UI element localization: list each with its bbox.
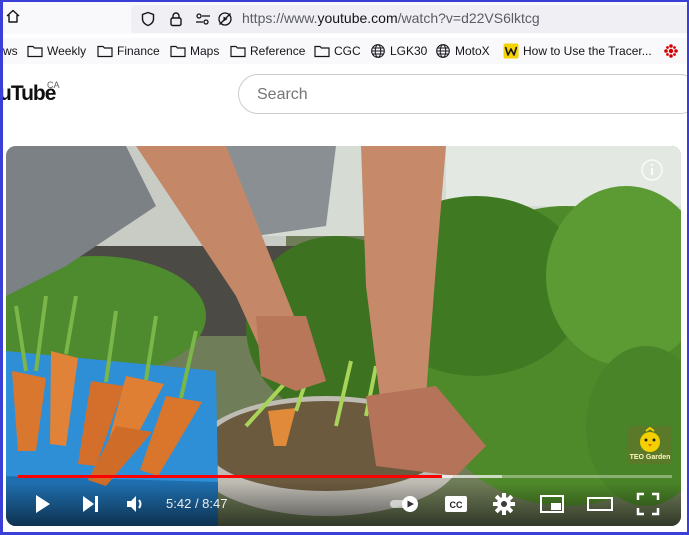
browser-window: https://www.youtube.com/watch?v=d22VS6lk…	[3, 2, 687, 532]
bookmark-cgc[interactable]: CGC	[314, 42, 361, 60]
current-time: 5:42	[166, 496, 192, 511]
next-icon[interactable]	[76, 490, 104, 518]
svg-text:CC: CC	[450, 500, 463, 510]
bookmark-lgk30[interactable]: LGK30	[370, 42, 427, 60]
autoplay-blocked-icon[interactable]	[217, 11, 233, 27]
chick-mascot-icon	[640, 426, 660, 452]
fullscreen-icon[interactable]	[634, 490, 662, 518]
folder-icon	[170, 45, 186, 58]
video-frame[interactable]	[6, 146, 681, 526]
cbc-logo-icon	[664, 44, 678, 58]
globe-icon	[371, 44, 385, 58]
youtube-header: uTube CA	[3, 64, 687, 144]
channel-watermark[interactable]: TEO Garden	[628, 426, 672, 464]
theater-mode-icon[interactable]	[586, 490, 614, 518]
bookmark-reference[interactable]: Reference	[230, 42, 305, 60]
bookmark-maps[interactable]: Maps	[170, 42, 219, 60]
url-text[interactable]: https://www.youtube.com/watch?v=d22VS6lk…	[242, 10, 540, 26]
search-box[interactable]	[238, 74, 687, 114]
folder-icon	[314, 45, 330, 58]
play-icon[interactable]	[28, 490, 56, 518]
watermark-text: TEO Garden	[629, 454, 671, 461]
bookmark-label: Finance	[117, 44, 160, 58]
played-bar	[18, 475, 443, 478]
folder-icon	[230, 45, 246, 58]
globe-icon	[436, 44, 450, 58]
search-input[interactable]	[255, 83, 659, 107]
captions-icon[interactable]: CC	[442, 490, 470, 518]
bookmark-label: How to Use the Tracer...	[523, 44, 652, 58]
shield-icon[interactable]	[140, 11, 156, 27]
time-display: 5:42 / 8:47	[166, 496, 227, 511]
url-path: /watch?v=d22VS6lktcg	[397, 10, 540, 26]
bookmarks-toolbar: ws Weekly Finance Maps Reference CGC LGK…	[3, 38, 687, 64]
bookmark-label: LGK30	[390, 44, 428, 58]
bookmark-label: MotoX	[455, 44, 490, 58]
settings-gear-icon[interactable]	[490, 490, 518, 518]
lock-icon[interactable]	[168, 11, 184, 27]
duration: 8:47	[202, 496, 228, 511]
volume-icon[interactable]	[122, 490, 150, 518]
bookmark-label: Weekly	[47, 44, 87, 58]
bookmark-label: Maps	[190, 44, 220, 58]
bookmark-weekly[interactable]: Weekly	[27, 42, 86, 60]
permissions-icon[interactable]	[195, 11, 211, 27]
bookmark-cbc[interactable]	[663, 42, 679, 60]
url-toolbar: https://www.youtube.com/watch?v=d22VS6lk…	[3, 2, 687, 34]
url-domain: youtube.com	[317, 10, 398, 26]
autoplay-toggle-icon[interactable]	[388, 490, 424, 518]
bookmark-finance[interactable]: Finance	[97, 42, 160, 60]
region-code: CA	[47, 80, 60, 90]
bookmark-label: Reference	[250, 44, 306, 58]
miniplayer-icon[interactable]	[538, 490, 566, 518]
home-icon[interactable]	[5, 8, 21, 24]
bookmark-label: CGC	[334, 44, 361, 58]
video-player[interactable]: TEO Garden 5:42 / 8:47 CC	[6, 146, 681, 526]
bookmark-news[interactable]: ws	[3, 42, 18, 60]
w-logo-icon	[503, 43, 519, 59]
bookmark-label: ws	[3, 44, 18, 58]
player-controls: 5:42 / 8:47 CC	[6, 482, 681, 526]
bookmark-motox[interactable]: MotoX	[435, 42, 490, 60]
address-bar[interactable]: https://www.youtube.com/watch?v=d22VS6lk…	[131, 5, 687, 33]
progress-bar[interactable]	[18, 475, 672, 478]
info-icon[interactable]	[640, 158, 664, 182]
folder-icon	[97, 45, 113, 58]
folder-icon	[27, 45, 43, 58]
url-prefix: https://www.	[242, 10, 318, 26]
bookmark-tracer[interactable]: How to Use the Tracer...	[503, 42, 652, 60]
